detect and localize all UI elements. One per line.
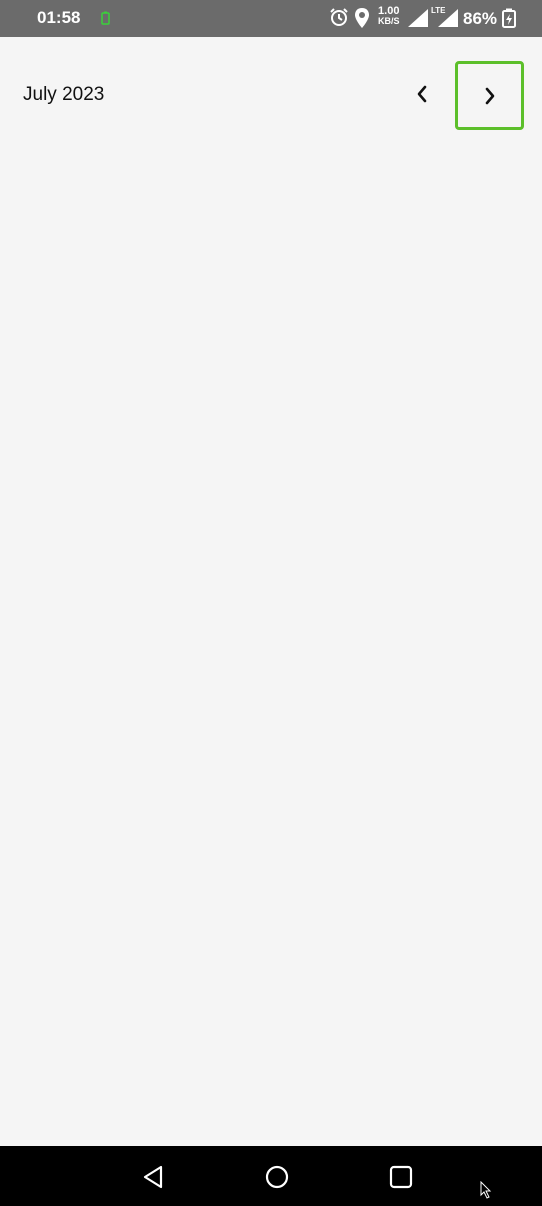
status-time: 01:58 — [37, 8, 81, 27]
mouse-cursor-icon — [480, 1181, 492, 1199]
battery-icon — [502, 8, 516, 28]
wifi-signal-icon — [408, 9, 428, 27]
nav-back-icon[interactable] — [140, 1164, 166, 1190]
battery-percent: 86% — [463, 9, 498, 28]
previous-month-button[interactable] — [400, 72, 444, 116]
alarm-icon — [330, 8, 348, 26]
nav-home-icon[interactable] — [264, 1164, 290, 1190]
nav-recent-icon[interactable] — [388, 1164, 414, 1190]
status-bar: 01:58 1.00 KB/S LTE 86% — [0, 0, 542, 37]
location-icon — [355, 8, 369, 28]
next-month-button[interactable] — [455, 61, 524, 130]
network-speed: 1.00 KB/S — [378, 5, 400, 26]
charging-battery-icon — [101, 11, 110, 25]
chevron-right-icon — [485, 87, 494, 104]
calendar-content-area — [0, 140, 542, 1146]
month-title: July 2023 — [23, 84, 105, 105]
chevron-left-icon — [417, 85, 427, 103]
cell-signal-icon — [438, 9, 458, 27]
system-navigation-bar — [0, 1146, 542, 1206]
